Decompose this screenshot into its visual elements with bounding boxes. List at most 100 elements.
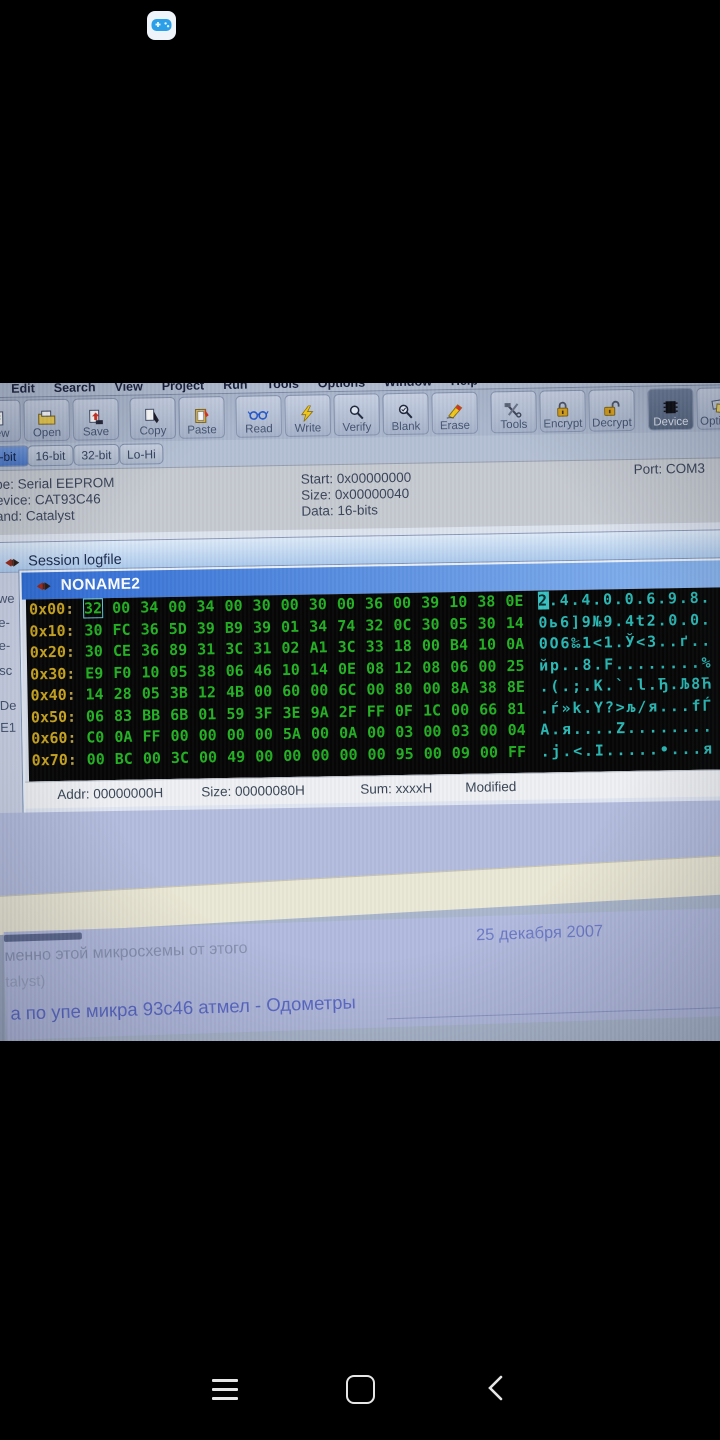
magnifier-icon [349,405,364,420]
toolbar-button-label: Device [653,415,689,429]
game-mode-icon[interactable] [147,11,176,40]
buffer-start: Start: 0x00000000 [300,469,412,487]
hex-address: 0x10 [29,620,75,642]
toolbar-button-verify[interactable]: Verify [333,393,381,437]
toolbar-button-paste[interactable]: Paste [178,396,226,439]
toolbar-button-label: Write [294,422,322,435]
copy-icon [145,408,159,424]
toolbar-button-decrypt[interactable]: Decrypt [588,388,636,432]
toolbar-button-write[interactable]: Write [284,394,332,437]
log-fragment: De [0,697,17,714]
tab-32bit[interactable]: 32-bit [73,443,120,466]
buffer-window-title: NONAME2 [60,575,141,594]
device-type: Type: Serial EEPROM [0,474,115,493]
status-size: Size: 00000080H [201,782,305,800]
toolbar-button-copy[interactable]: Copy [129,396,177,440]
device-brand: Brand: Catalyst [0,507,75,525]
toolbar-button-erase[interactable]: Erase [431,391,479,435]
webpage-behind: менно этой микросхемы от этого 25 декабр… [3,907,720,1040]
session-logfile-icon [5,558,20,567]
hex-address: 0x50 [31,706,77,728]
log-fragment: sc [0,662,13,679]
log-fragment: E1 [0,719,17,735]
hex-ascii[interactable]: 0О6‰1<1.Ў<3..ґ.. [539,631,713,656]
magnifier-check-icon [398,404,413,419]
tab-lohi[interactable]: Lo-Hi [119,443,164,465]
toolbar-button-label: Read [245,423,273,436]
toolbar-button-open[interactable]: Open [23,398,71,442]
home-icon[interactable] [346,1375,375,1404]
toolbar-button-label: Copy [139,425,167,438]
menu-item-view[interactable]: View [114,383,143,393]
webpage-link[interactable]: а по упе микра 93c46 атмел - Одометры [10,991,356,1024]
menu-item-edit[interactable]: Edit [11,383,35,395]
hex-ascii[interactable]: 2.4.4.0.0.6.9.8. [537,588,712,613]
phone-screenshot: Edit Search View Project Run Tools Optio… [0,0,720,1440]
status-sum: Sum: xxxxH [360,780,433,797]
menu-item-tools[interactable]: Tools [266,383,299,391]
cards-icon [711,399,720,414]
log-fragment: e- [0,637,11,654]
buffer-window: NONAME2 0x00 32 00 34 00 34 00 30 00 30 … [19,558,720,816]
tools-icon [504,403,522,418]
menu-item-options[interactable]: Options [318,383,365,390]
menu-item-window[interactable]: Window [384,383,432,389]
toolbar-button-label: Open [32,426,62,440]
lock-closed-icon [557,401,569,417]
hex-editor[interactable]: 0x00 32 00 34 00 34 00 30 00 30 00 36 00… [25,587,720,782]
menu-item-project[interactable]: Project [162,383,205,393]
tab-8bit[interactable]: 8-bit [0,445,30,468]
obscured-text-fragment [3,932,82,942]
toolbar-button-label: New [0,427,10,441]
toolbar-button-tools[interactable]: Tools [490,390,538,434]
android-nav-bar [0,1360,720,1420]
hex-address: 0x30 [30,663,76,685]
chip-icon [663,401,678,414]
toolbar-button-blank[interactable]: Blank [382,392,430,436]
status-modified: Modified [465,779,517,795]
buffer-size: Size: 0x00000040 [300,485,410,503]
toolbar-button-label: Encrypt [543,417,583,431]
spectacles-icon [247,410,269,420]
device-name: Device: CAT93C46 [0,491,101,509]
hex-address: 0x70 [32,749,78,771]
buffer-window-icon [36,581,51,590]
hex-address: 0x00 [29,599,75,621]
status-addr: Addr: 00000000H [57,785,164,803]
tab-16bit[interactable]: 16-bit [27,444,74,467]
selected-byte[interactable]: 32 [82,598,104,619]
recents-hamburger-icon[interactable] [212,1379,238,1406]
hex-address: 0x20 [30,642,76,664]
hex-ascii[interactable]: .ј.<.I.....•...я [540,738,714,763]
menu-item-run[interactable]: Run [223,383,248,392]
toolbar-button-label: Tools [500,418,528,432]
lightning-icon [300,405,314,422]
port-label: Port: COM3 [633,460,706,477]
back-icon[interactable] [486,1374,504,1402]
toolbar-button-new[interactable]: New [0,399,22,443]
toolbar-button-encrypt[interactable]: Encrypt [539,389,587,433]
toolbar-button-device[interactable]: Device [647,387,695,431]
log-fragment: we [0,590,15,607]
toolbar-button-save[interactable]: Save [72,397,120,441]
hex-address: 0x40 [30,685,76,707]
hex-ascii[interactable]: А.я....Z........ [540,717,714,742]
new-file-icon [0,411,4,426]
toolbar-button-label: Verify [342,421,372,434]
menu-item-search[interactable]: Search [54,383,96,395]
menu-item-help[interactable]: Help [451,383,478,388]
toolbar-button-options[interactable]: Options [696,386,720,430]
webpage-text: talyst) [5,972,46,991]
session-logfile-title: Session logfile [28,551,122,570]
toolbar-button-label: Erase [439,419,471,433]
programmer-app: Edit Search View Project Run Tools Optio… [0,383,720,1041]
eraser-icon [446,404,463,419]
hex-ascii[interactable]: 0ь6]9№9.4t2.0.0. [538,609,712,634]
toolbar-button-read[interactable]: Read [235,395,283,438]
log-fragment: e- [0,614,10,631]
hex-ascii[interactable]: .(.;.K.`.l.Ђ.Љ8Ћ [539,674,713,699]
hex-ascii[interactable]: йр..8.F........% [539,652,713,677]
save-icon [89,409,103,425]
selected-ascii[interactable]: 2 [537,591,549,610]
hex-ascii[interactable]: .ѓ»k.Y?>љ/я...fЃ [540,695,714,720]
